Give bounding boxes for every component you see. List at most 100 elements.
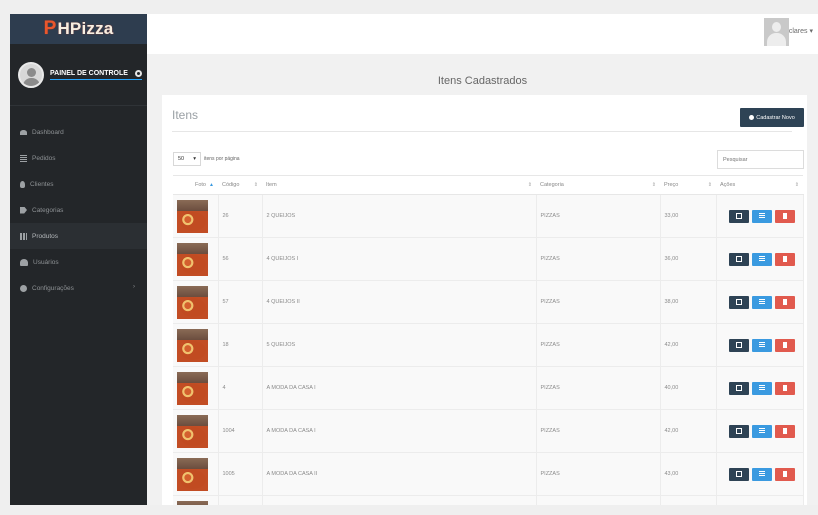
table-row[interactable]: 18 5 QUEIJOS PIZZAS 42,00 — [173, 323, 804, 367]
details-button[interactable] — [751, 295, 772, 309]
brand-logo[interactable]: PHPizza — [44, 18, 114, 40]
photo-cell — [173, 237, 219, 281]
users-icon — [20, 258, 28, 266]
page-length-label: itens por página — [204, 156, 240, 162]
app-frame: PHPizza PAINEL DE CONTROLE Dashboard Ped… — [10, 14, 818, 505]
list-icon — [758, 299, 765, 305]
person-icon — [20, 180, 25, 188]
edit-button[interactable] — [728, 381, 749, 395]
edit-button[interactable] — [728, 338, 749, 352]
sidebar-item-pedidos[interactable]: Pedidos — [10, 145, 147, 171]
price-cell: 40,00 — [660, 366, 717, 410]
column-header-item[interactable]: Item ⇕ — [262, 175, 536, 195]
table-body: 26 2 QUEIJOS PIZZAS 33,00 56 4 QUEIJOS I… — [173, 194, 804, 505]
details-button[interactable] — [751, 252, 772, 266]
column-header-preco[interactable]: Preço ⇕ — [660, 175, 716, 195]
details-button[interactable] — [751, 381, 772, 395]
details-button[interactable] — [751, 424, 772, 438]
pizza-photo[interactable] — [177, 500, 208, 505]
sidebar-item-dashboard[interactable]: Dashboard — [10, 119, 147, 145]
trash-icon — [782, 299, 787, 305]
pizza-photo[interactable] — [177, 242, 208, 276]
trash-icon — [782, 256, 787, 262]
category-cell: PIZZAS — [536, 194, 661, 238]
sidebar-item-configuracoes[interactable]: Configurações › — [10, 275, 147, 301]
page-title: Itens Cadastrados — [437, 75, 528, 87]
pizza-photo[interactable] — [177, 414, 208, 448]
delete-button[interactable] — [774, 295, 795, 309]
new-item-button[interactable]: Cadastrar Novo — [740, 108, 804, 127]
category-cell: PIZZAS — [536, 237, 661, 281]
actions-cell — [716, 237, 804, 281]
delete-button[interactable] — [774, 252, 795, 266]
delete-button[interactable] — [774, 381, 795, 395]
tag-icon — [20, 206, 27, 214]
sidebar-item-label: Produtos — [32, 232, 59, 240]
actions-cell — [716, 366, 804, 410]
table-row[interactable]: 26 2 QUEIJOS PIZZAS 33,00 — [173, 194, 804, 238]
table-row[interactable]: 4 A MODA DA CASA I PIZZAS 40,00 — [173, 366, 804, 410]
user-avatar[interactable] — [764, 18, 789, 46]
pizza-photo[interactable] — [177, 457, 208, 491]
column-header-label: Preço — [664, 182, 679, 188]
sidebar-item-usuarios[interactable]: Usuários — [10, 249, 147, 275]
column-header-label: Ações — [720, 182, 736, 188]
edit-button[interactable] — [728, 252, 749, 266]
edit-button[interactable] — [728, 424, 749, 438]
edit-button[interactable] — [728, 209, 749, 223]
pizza-photo[interactable] — [177, 199, 208, 233]
table-row[interactable]: 1004 A MODA DA CASA I PIZZAS 42,00 — [173, 409, 804, 453]
row-actions — [721, 295, 803, 309]
details-button[interactable] — [751, 209, 772, 223]
row-actions — [721, 467, 803, 481]
table-row[interactable]: 56 4 QUEIJOS I PIZZAS 36,00 — [173, 237, 804, 281]
sort-icon: ⇕ — [794, 182, 799, 188]
delete-button[interactable] — [774, 338, 795, 352]
row-actions — [721, 381, 803, 395]
pizza-photo[interactable] — [177, 371, 208, 405]
list-icon — [758, 342, 765, 348]
page-length-select[interactable]: 50 ▾ — [173, 152, 201, 166]
delete-button[interactable] — [774, 467, 795, 481]
delete-button[interactable] — [774, 424, 795, 438]
price-cell: 42,00 — [660, 323, 717, 367]
delete-button[interactable] — [774, 209, 795, 223]
code-cell: 26 — [218, 194, 263, 238]
control-panel-link[interactable]: PAINEL DE CONTROLE — [50, 69, 142, 80]
user-menu-toggle[interactable]: clares ▾ — [789, 27, 813, 35]
edit-button[interactable] — [728, 467, 749, 481]
sidebar-profile: PAINEL DE CONTROLE — [10, 44, 147, 106]
column-header-acoes[interactable]: Ações ⇕ — [716, 175, 803, 195]
category-cell: PIZZAS — [536, 409, 661, 453]
pizza-photo[interactable] — [177, 328, 208, 362]
column-header-label: Categoria — [540, 182, 564, 188]
table-row[interactable]: 57 4 QUEIJOS II PIZZAS 38,00 — [173, 280, 804, 324]
sidebar-item-clientes[interactable]: Clientes — [10, 171, 147, 197]
details-button[interactable] — [751, 338, 772, 352]
page-length-control: 50 ▾ itens por página — [173, 152, 240, 166]
list-icon — [758, 428, 765, 434]
edit-button[interactable] — [728, 295, 749, 309]
sidebar-item-categorias[interactable]: Categorias — [10, 197, 147, 223]
gear-icon[interactable] — [134, 69, 142, 77]
column-header-codigo[interactable]: Código ⇕ — [218, 175, 262, 195]
photo-cell — [173, 280, 219, 324]
sidebar-item-label: Clientes — [30, 180, 54, 188]
price-cell: 36,00 — [660, 237, 717, 281]
sort-icon: ⇕ — [707, 182, 712, 188]
column-header-foto[interactable]: Foto ▲ — [173, 175, 218, 195]
new-item-label: Cadastrar Novo — [756, 114, 795, 121]
sidebar-item-produtos[interactable]: Produtos — [10, 223, 147, 249]
sort-icon: ⇕ — [527, 182, 532, 188]
dashboard-icon — [20, 129, 27, 135]
table-row[interactable] — [173, 495, 804, 505]
table-row[interactable]: 1005 A MODA DA CASA II PIZZAS 43,00 — [173, 452, 804, 496]
column-header-categoria[interactable]: Categoria ⇕ — [536, 175, 660, 195]
brand-bar[interactable]: PHPizza — [10, 14, 147, 44]
category-cell: PIZZAS — [536, 366, 661, 410]
pizza-photo[interactable] — [177, 285, 208, 319]
search-input[interactable] — [717, 150, 804, 169]
brand-logo-mark: P — [43, 18, 57, 39]
details-button[interactable] — [751, 467, 772, 481]
trash-icon — [782, 385, 787, 391]
